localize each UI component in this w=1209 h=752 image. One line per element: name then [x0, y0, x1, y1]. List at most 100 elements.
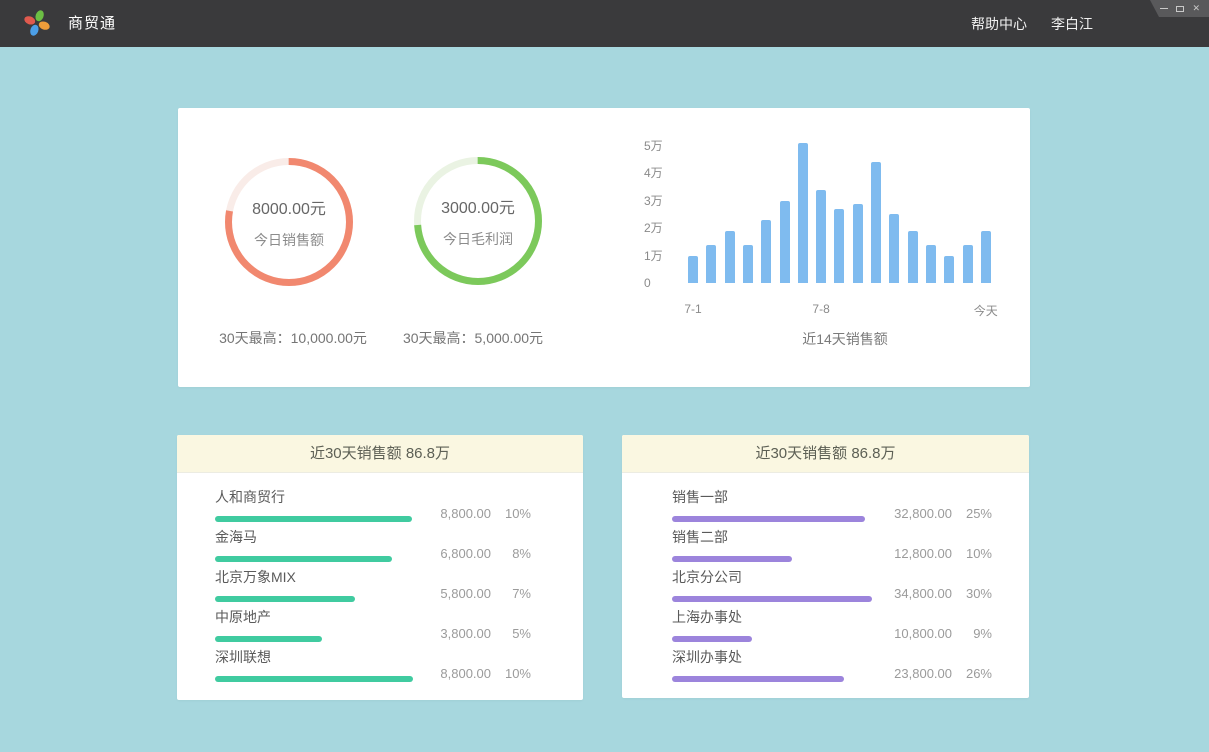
- ranking-card-body: 销售一部32,800.0025%销售二部12,800.0010%北京分公司34,…: [622, 473, 1029, 682]
- rank-value: 8,800.00: [419, 666, 491, 681]
- gauge-footer-max-profit: 30天最高：5,000.00元: [383, 328, 563, 348]
- chart-bar: [816, 190, 826, 283]
- rank-label: 金海马: [215, 527, 392, 547]
- rank-value: 23,800.00: [880, 666, 952, 681]
- ranking-card-title: 近30天销售额 86.8万: [177, 435, 583, 473]
- rank-percent: 10%: [491, 506, 531, 521]
- rank-row: 金海马6,800.008%: [177, 531, 583, 562]
- rank-percent: 10%: [952, 546, 992, 561]
- rank-percent: 26%: [952, 666, 992, 681]
- rank-bar: [215, 516, 412, 522]
- gauge-value: 3000.00元: [441, 194, 515, 218]
- rank-label: 中原地产: [215, 607, 322, 627]
- rank-row: 销售二部12,800.0010%: [622, 531, 1029, 562]
- x-axis-tick: 7-8: [812, 302, 829, 316]
- rank-row: 上海办事处10,800.009%: [622, 611, 1029, 642]
- ranking-card-departments: 近30天销售额 86.8万 销售一部32,800.0025%销售二部12,800…: [622, 435, 1029, 698]
- rank-bar: [215, 636, 322, 642]
- ranking-card-title: 近30天销售额 86.8万: [622, 435, 1029, 473]
- rank-label: 深圳办事处: [672, 647, 844, 667]
- y-axis-tick: 2万: [644, 221, 674, 235]
- rank-label: 北京分公司: [672, 567, 872, 587]
- rank-value: 32,800.00: [880, 506, 952, 521]
- rank-row: 深圳联想8,800.0010%: [177, 651, 583, 682]
- chart-bar: [871, 162, 881, 283]
- chart-bar: [780, 201, 790, 283]
- gauge-label: 今日销售额: [254, 230, 324, 250]
- gauge-text: 3000.00元 今日毛利润: [414, 157, 542, 285]
- rank-row: 北京分公司34,800.0030%: [622, 571, 1029, 602]
- user-name-link[interactable]: 李白江: [1051, 14, 1093, 34]
- chart-bar: [688, 256, 698, 283]
- ranking-card-customers: 近30天销售额 86.8万 人和商贸行8,800.0010%金海马6,800.0…: [177, 435, 583, 700]
- chart-bar: [944, 256, 954, 283]
- rank-percent: 10%: [491, 666, 531, 681]
- rank-value: 12,800.00: [880, 546, 952, 561]
- chart-bar: [725, 231, 735, 283]
- gauge-footer-max-sales: 30天最高：10,000.00元: [203, 328, 383, 348]
- app-logo-pinwheel-icon: [22, 8, 52, 38]
- rank-bar: [215, 676, 413, 682]
- rank-percent: 5%: [491, 626, 531, 641]
- rank-value: 3,800.00: [419, 626, 491, 641]
- x-axis-tick: 今天: [974, 302, 998, 319]
- donut-gauge-today-profit: 3000.00元 今日毛利润: [414, 157, 542, 285]
- chart-bar: [761, 220, 771, 283]
- y-axis-tick: 5万: [644, 139, 674, 153]
- chart-bar: [706, 245, 716, 283]
- rank-bar: [672, 676, 844, 682]
- rank-bar: [672, 596, 872, 602]
- chart-bar: [853, 204, 863, 283]
- close-icon[interactable]: ✕: [1192, 4, 1200, 13]
- top-menu: 帮助中心 李白江: [971, 0, 1093, 47]
- rank-row: 销售一部32,800.0025%: [622, 491, 1029, 522]
- chart-bar: [743, 245, 753, 283]
- gauge-value: 8000.00元: [252, 195, 326, 219]
- chart-bar: [908, 231, 918, 283]
- app-title: 商贸通: [68, 0, 116, 47]
- help-center-link[interactable]: 帮助中心: [971, 14, 1027, 34]
- rank-bar: [672, 556, 792, 562]
- chart-bar: [926, 245, 936, 283]
- rank-percent: 8%: [491, 546, 531, 561]
- rank-bar: [672, 516, 865, 522]
- chart-bar: [889, 214, 899, 283]
- ranking-card-body: 人和商贸行8,800.0010%金海马6,800.008%北京万象MIX5,80…: [177, 473, 583, 682]
- y-axis-tick: 3万: [644, 194, 674, 208]
- window-controls: ✕: [1150, 0, 1209, 17]
- rank-percent: 30%: [952, 586, 992, 601]
- y-axis-tick: 0: [644, 276, 674, 290]
- rank-percent: 9%: [952, 626, 992, 641]
- maximize-icon[interactable]: [1176, 6, 1184, 12]
- gauge-label: 今日毛利润: [443, 229, 513, 249]
- summary-card: 8000.00元 今日销售额 3000.00元 今日毛利润 30天最高：10,0…: [178, 108, 1030, 387]
- rank-value: 6,800.00: [419, 546, 491, 561]
- rank-label: 销售二部: [672, 527, 792, 547]
- rank-value: 10,800.00: [880, 626, 952, 641]
- rank-value: 34,800.00: [880, 586, 952, 601]
- rank-value: 5,800.00: [419, 586, 491, 601]
- chart-bar: [834, 209, 844, 283]
- rank-percent: 7%: [491, 586, 531, 601]
- y-axis-tick: 4万: [644, 166, 674, 180]
- rank-row: 北京万象MIX5,800.007%: [177, 571, 583, 602]
- title-bar: 商贸通 帮助中心 李白江 ✕: [0, 0, 1209, 47]
- rank-row: 人和商贸行8,800.0010%: [177, 491, 583, 522]
- chart-bar: [963, 245, 973, 283]
- rank-label: 人和商贸行: [215, 487, 412, 507]
- rank-bar: [672, 636, 752, 642]
- bar-chart-bars: [688, 143, 991, 283]
- chart-bar: [798, 143, 808, 283]
- rank-value: 8,800.00: [419, 506, 491, 521]
- rank-label: 上海办事处: [672, 607, 752, 627]
- rank-label: 北京万象MIX: [215, 567, 355, 587]
- rank-label: 深圳联想: [215, 647, 413, 667]
- minimize-icon[interactable]: [1160, 8, 1168, 9]
- rank-percent: 25%: [952, 506, 992, 521]
- rank-label: 销售一部: [672, 487, 865, 507]
- y-axis-tick: 1万: [644, 249, 674, 263]
- gauge-text: 8000.00元 今日销售额: [225, 158, 353, 286]
- rank-bar: [215, 596, 355, 602]
- rank-row: 深圳办事处23,800.0026%: [622, 651, 1029, 682]
- chart-bar: [981, 231, 991, 283]
